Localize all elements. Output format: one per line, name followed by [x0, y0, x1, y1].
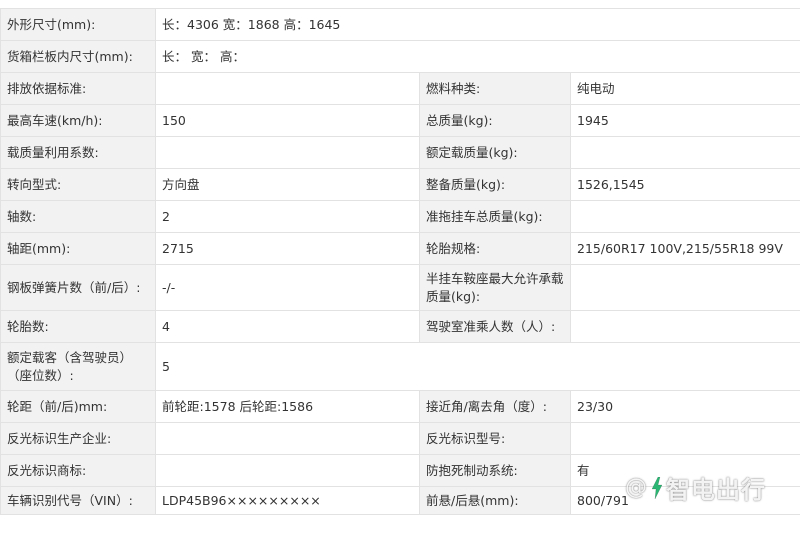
table-row: 反光标识商标: 防抱死制动系统: 有 [0, 454, 800, 487]
row-label: 轴距(mm): [0, 232, 156, 265]
row-label: 转向型式: [0, 168, 156, 201]
row-label: 轮距（前/后)mm: [0, 390, 156, 423]
table-row: 轴数: 2 准拖挂车总质量(kg): [0, 200, 800, 233]
row-label: 防抱死制动系统: [419, 454, 571, 487]
row-label: 外形尺寸(mm): [0, 8, 156, 41]
row-value: 2715 [155, 232, 420, 265]
row-label: 燃料种类: [419, 72, 571, 105]
row-value: -/- [155, 264, 420, 311]
row-label: 前悬/后悬(mm): [419, 486, 571, 515]
row-label: 准拖挂车总质量(kg): [419, 200, 571, 233]
row-value [570, 136, 800, 169]
row-value: 方向盘 [155, 168, 420, 201]
row-label: 反光标识生产企业: [0, 422, 156, 455]
row-value: 前轮距:1578 后轮距:1586 [155, 390, 420, 423]
row-value: 800/791 [570, 486, 800, 515]
table-row: 车辆识别代号（VIN）: LDP45B96××××××××× 前悬/后悬(mm)… [0, 486, 800, 515]
row-label: 车辆识别代号（VIN）: [0, 486, 156, 515]
row-value [155, 136, 420, 169]
row-value: 2 [155, 200, 420, 233]
row-label: 整备质量(kg): [419, 168, 571, 201]
row-value: 4 [155, 310, 420, 343]
row-label: 反光标识商标: [0, 454, 156, 487]
table-row: 反光标识生产企业: 反光标识型号: [0, 422, 800, 455]
table-row: 外形尺寸(mm): 长：4306 宽：1868 高：1645 [0, 8, 800, 41]
row-label: 轮胎数: [0, 310, 156, 343]
table-row: 额定载客（含驾驶员）（座位数）: 5 [0, 342, 800, 391]
row-label: 轮胎规格: [419, 232, 571, 265]
row-value: 150 [155, 104, 420, 137]
table-row: 钢板弹簧片数（前/后）: -/- 半挂车鞍座最大允许承载质量(kg): [0, 264, 800, 311]
table-row: 排放依据标准: 燃料种类: 纯电动 [0, 72, 800, 105]
table-row: 轮胎数: 4 驾驶室准乘人数（人）: [0, 310, 800, 343]
spec-table: 外形尺寸(mm): 长：4306 宽：1868 高：1645 货箱栏板内尺寸(m… [0, 8, 800, 515]
row-label: 货箱栏板内尺寸(mm): [0, 40, 156, 73]
row-value: 5 [155, 342, 800, 391]
row-value: 1526,1545 [570, 168, 800, 201]
row-value [570, 200, 800, 233]
row-label: 驾驶室准乘人数（人）: [419, 310, 571, 343]
row-label: 最高车速(km/h): [0, 104, 156, 137]
row-label: 钢板弹簧片数（前/后）: [0, 264, 156, 311]
row-value: 纯电动 [570, 72, 800, 105]
row-label: 半挂车鞍座最大允许承载质量(kg): [419, 264, 571, 311]
row-label: 额定载客（含驾驶员）（座位数）: [0, 342, 156, 391]
row-label: 额定载质量(kg): [419, 136, 571, 169]
table-row: 货箱栏板内尺寸(mm): 长： 宽： 高： [0, 40, 800, 73]
table-row: 轮距（前/后)mm: 前轮距:1578 后轮距:1586 接近角/离去角（度）:… [0, 390, 800, 423]
row-value [570, 422, 800, 455]
row-value: LDP45B96××××××××× [155, 486, 420, 515]
row-value: 长：4306 宽：1868 高：1645 [155, 8, 800, 41]
row-label: 轴数: [0, 200, 156, 233]
row-label: 反光标识型号: [419, 422, 571, 455]
row-value: 215/60R17 100V,215/55R18 99V [570, 232, 800, 265]
row-label: 载质量利用系数: [0, 136, 156, 169]
table-row: 载质量利用系数: 额定载质量(kg): [0, 136, 800, 169]
row-value [155, 454, 420, 487]
row-value: 1945 [570, 104, 800, 137]
row-value: 长： 宽： 高： [155, 40, 800, 73]
row-value [570, 264, 800, 311]
row-label: 排放依据标准: [0, 72, 156, 105]
row-label: 总质量(kg): [419, 104, 571, 137]
row-value [570, 310, 800, 343]
table-row: 轴距(mm): 2715 轮胎规格: 215/60R17 100V,215/55… [0, 232, 800, 265]
row-value [155, 72, 420, 105]
table-row: 最高车速(km/h): 150 总质量(kg): 1945 [0, 104, 800, 137]
row-value: 有 [570, 454, 800, 487]
row-value: 23/30 [570, 390, 800, 423]
table-row: 转向型式: 方向盘 整备质量(kg): 1526,1545 [0, 168, 800, 201]
row-label: 接近角/离去角（度）: [419, 390, 571, 423]
row-value [155, 422, 420, 455]
spec-sheet: 外形尺寸(mm): 长：4306 宽：1868 高：1645 货箱栏板内尺寸(m… [0, 0, 800, 533]
